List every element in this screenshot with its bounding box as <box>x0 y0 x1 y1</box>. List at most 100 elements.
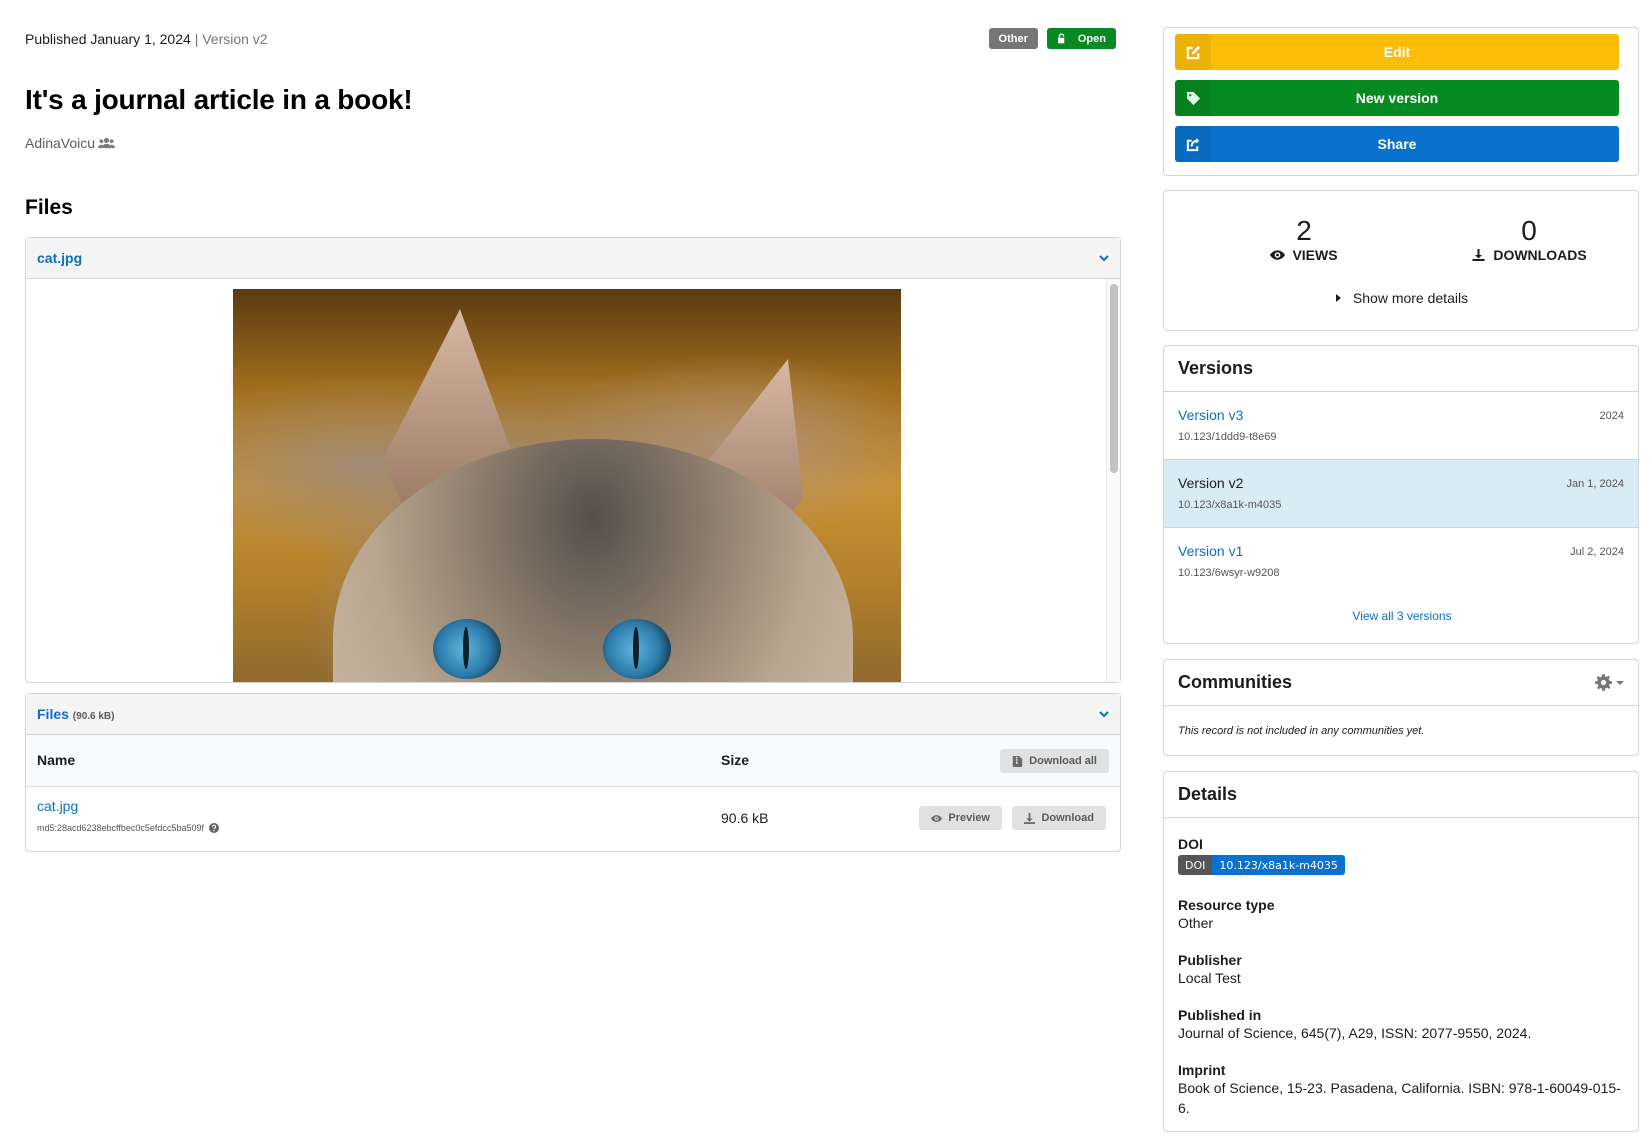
files-table: Name Size Download all cat.jpg md5:28acd… <box>26 735 1120 850</box>
share-icon-wrap <box>1175 126 1211 162</box>
communities-panel: Communities This record is not included … <box>1163 659 1639 756</box>
view-all-versions-link[interactable]: View all 3 versions <box>1164 609 1640 623</box>
published-in-value: Journal of Science, 645(7), A29, ISSN: 2… <box>1178 1025 1532 1041</box>
download-label[interactable]: Download <box>1041 812 1094 824</box>
communities-heading-text: Communities <box>1178 672 1293 692</box>
download-icon <box>1472 249 1485 261</box>
doi-badge-key[interactable]: DOI <box>1178 855 1213 875</box>
users-icon <box>98 137 116 149</box>
edit-label[interactable]: Edit <box>1384 44 1410 60</box>
version-date: 2024 <box>1599 410 1624 422</box>
imprint-label: Imprint <box>1178 1062 1226 1078</box>
details-heading: Details <box>1164 772 1638 818</box>
communities-manage-dropdown[interactable] <box>1595 674 1624 691</box>
versions-heading: Versions <box>1164 346 1638 392</box>
views-count: 2 <box>1296 215 1312 246</box>
cat-right-eye <box>603 619 671 679</box>
version-item[interactable]: Version v1 Jul 2, 2024 10.123/6wsyr-w920… <box>1164 528 1638 596</box>
version-date: Jan 1, 2024 <box>1566 478 1625 490</box>
preview-label[interactable]: Preview <box>948 812 990 824</box>
files-total-size: (90.6 kB) <box>72 711 115 722</box>
chevron-down-icon[interactable] <box>1099 254 1109 262</box>
cat-pupil <box>633 627 639 669</box>
resource-type-badge-label: Other <box>998 32 1028 45</box>
files-list-header[interactable]: Files (90.6 kB) <box>26 694 1120 735</box>
files-list-accordion: Files (90.6 kB) Name Size Download all c… <box>25 693 1121 852</box>
views-label-row: VIEWS <box>1249 247 1359 263</box>
versions-heading-text: Versions <box>1178 358 1254 378</box>
version-item[interactable]: Version v3 2024 10.123/1ddd9-t8e69 <box>1164 392 1638 460</box>
doi-badge-value[interactable]: 10.123/x8a1k-m4035 <box>1212 855 1345 875</box>
show-more-details-label[interactable]: Show more details <box>1353 290 1468 306</box>
details-panel: Details DOI DOI 10.123/x8a1k-m4035 Resou… <box>1163 771 1639 1132</box>
file-archive-icon <box>1012 755 1023 767</box>
show-more-details-toggle[interactable]: Show more details <box>1164 290 1640 306</box>
preview-scrollbar[interactable] <box>1106 279 1120 682</box>
preview-file-name[interactable]: cat.jpg <box>37 250 82 266</box>
files-list-title[interactable]: Files (90.6 kB) <box>37 706 114 722</box>
views-stat: 2 VIEWS <box>1249 217 1359 263</box>
edit-button[interactable]: Edit <box>1175 34 1619 70</box>
table-row: cat.jpg md5:28acd6238ebcffbec0c5efdcc5ba… <box>26 787 1120 850</box>
share-label[interactable]: Share <box>1378 136 1417 152</box>
files-table-header: Name Size Download all <box>26 735 1120 787</box>
resource-type-value: Other <box>1178 915 1214 931</box>
file-preview-accordion: cat.jpg <box>25 237 1121 683</box>
version-link[interactable]: Version v1 <box>1178 543 1243 559</box>
creator-name[interactable]: AdinaVoicu <box>25 135 95 151</box>
version-label: Version v2 <box>202 31 268 47</box>
file-checksum: md5:28acd6238ebcffbec0c5efdcc5ba509f <box>37 823 219 833</box>
cat-image <box>233 289 901 682</box>
question-circle-icon[interactable] <box>208 823 219 833</box>
file-preview-header[interactable]: cat.jpg <box>26 238 1120 279</box>
separator: | <box>194 31 199 47</box>
preview-scrollbar-thumb[interactable] <box>1110 284 1118 473</box>
file-preview-body <box>26 279 1120 682</box>
column-size: Size <box>721 752 750 768</box>
download-all-button[interactable]: Download all <box>1000 749 1109 773</box>
downloads-count: 0 <box>1521 215 1537 246</box>
publisher-value: Local Test <box>1178 970 1241 986</box>
edit-icon <box>1186 45 1200 59</box>
cat-pupil <box>463 627 469 669</box>
imprint-field: Imprint Book of Science, 15-23. Pasadena… <box>1178 1062 1628 1118</box>
share-square-icon <box>1186 137 1199 151</box>
file-size: 90.6 kB <box>721 810 769 826</box>
new-version-label[interactable]: New version <box>1356 90 1438 106</box>
record-title: It's a journal article in a book! <box>25 84 413 115</box>
version-link[interactable]: Version v2 <box>1178 475 1243 491</box>
version-doi: 10.123/6wsyr-w9208 <box>1178 567 1280 579</box>
record-actions-panel: Edit New version Share <box>1163 27 1639 176</box>
share-button[interactable]: Share <box>1175 126 1619 162</box>
download-button[interactable]: Download <box>1012 806 1106 830</box>
record-badges: Other Open <box>988 28 1116 49</box>
version-item-current[interactable]: Version v2 Jan 1, 2024 10.123/x8a1k-m403… <box>1164 460 1638 528</box>
published-in-field: Published in Journal of Science, 645(7),… <box>1178 1007 1628 1043</box>
version-date: Jul 2, 2024 <box>1570 546 1624 558</box>
communities-heading: Communities <box>1164 660 1638 706</box>
files-heading: Files <box>25 196 73 219</box>
published-in-label: Published in <box>1178 1007 1262 1023</box>
cat-left-eye <box>433 619 501 679</box>
creator[interactable]: AdinaVoicu <box>25 135 116 151</box>
versions-panel: Versions Version v3 2024 10.123/1ddd9-t8… <box>1163 345 1639 644</box>
chevron-down-icon[interactable] <box>1099 710 1109 718</box>
doi-badge[interactable]: DOI 10.123/x8a1k-m4035 <box>1178 855 1345 875</box>
tag-icon-wrap <box>1175 80 1211 116</box>
eye-icon <box>1270 250 1286 260</box>
file-name-link[interactable]: cat.jpg <box>37 798 78 814</box>
version-doi: 10.123/1ddd9-t8e69 <box>1178 431 1277 443</box>
caret-right-icon <box>1335 294 1341 302</box>
version-link[interactable]: Version v3 <box>1178 407 1243 423</box>
new-version-button[interactable]: New version <box>1175 80 1619 116</box>
preview-button[interactable]: Preview <box>919 806 1002 830</box>
version-doi: 10.123/x8a1k-m4035 <box>1178 499 1282 511</box>
doi-field: DOI DOI 10.123/x8a1k-m4035 <box>1178 836 1628 875</box>
files-list-title-text[interactable]: Files <box>37 706 69 722</box>
checksum-text: md5:28acd6238ebcffbec0c5efdcc5ba509f <box>37 823 204 833</box>
downloads-label: DOWNLOADS <box>1493 247 1587 263</box>
download-all-label[interactable]: Download all <box>1029 755 1097 767</box>
caret-down-icon[interactable] <box>1616 680 1624 685</box>
published-date: Published January 1, 2024 <box>25 31 191 47</box>
gear-icon[interactable] <box>1595 674 1612 691</box>
